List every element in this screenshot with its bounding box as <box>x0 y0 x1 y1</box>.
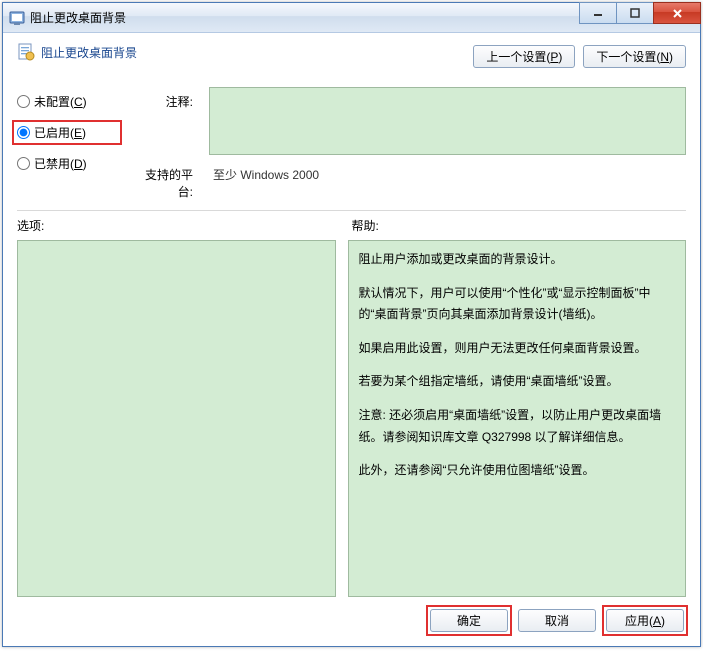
minimize-button[interactable] <box>579 2 617 24</box>
enabled-highlight: 已启用(E) <box>12 120 122 145</box>
app-icon <box>9 10 25 26</box>
apply-button[interactable]: 应用(A) <box>606 609 684 632</box>
help-p6: 此外，还请参阅“只允许使用位图墙纸”设置。 <box>359 460 676 482</box>
comment-textarea[interactable] <box>209 87 686 155</box>
help-panel[interactable]: 阻止用户添加或更改桌面的背景设计。 默认情况下，用户可以使用“个性化”或“显示控… <box>348 240 687 597</box>
header-row: 阻止更改桌面背景 上一个设置(P) 下一个设置(N) <box>17 43 686 87</box>
next-label-2: ) <box>669 50 673 64</box>
client-area: 阻止更改桌面背景 上一个设置(P) 下一个设置(N) 未配置(C) <box>3 33 700 646</box>
window-title: 阻止更改桌面背景 <box>30 9 126 26</box>
close-button[interactable] <box>653 2 701 24</box>
next-setting-button[interactable]: 下一个设置(N) <box>583 45 686 68</box>
next-key: N <box>660 50 669 64</box>
window-controls <box>580 2 701 24</box>
footer: 确定 取消 应用(A) <box>17 607 686 634</box>
comment-label: 注释: <box>133 93 193 110</box>
radio-enabled[interactable]: 已启用(E) <box>17 124 117 141</box>
dialog-window: 阻止更改桌面背景 <box>2 2 701 647</box>
nc-l2: ) <box>83 95 87 109</box>
prev-label-1: 上一个设置( <box>486 48 550 65</box>
help-p5: 注意: 还必须启用“桌面墙纸”设置，以防止用户更改桌面墙纸。请参阅知识库文章 Q… <box>359 405 676 448</box>
en-k: E <box>74 126 82 140</box>
radio-disabled-input[interactable] <box>17 157 30 170</box>
radio-not-configured-input[interactable] <box>17 95 30 108</box>
prev-key: P <box>550 50 558 64</box>
prev-setting-button[interactable]: 上一个设置(P) <box>473 45 575 68</box>
divider <box>17 210 686 211</box>
dis-l1: 已禁用( <box>34 157 74 171</box>
apply-highlight: 应用(A) <box>602 605 688 636</box>
maximize-button[interactable] <box>616 2 654 24</box>
en-l1: 已启用( <box>34 126 74 140</box>
help-p4: 若要为某个组指定墙纸，请使用“桌面墙纸”设置。 <box>359 371 676 393</box>
apply-l2: ) <box>661 614 665 628</box>
help-p2: 默认情况下，用户可以使用“个性化”或“显示控制面板”中的“桌面背景”页向其桌面添… <box>359 283 676 326</box>
config-area: 未配置(C) 已启用(E) 已禁用(D) 注释: 支持的平台: <box>17 87 686 200</box>
options-label: 选项: <box>17 217 352 234</box>
label-column: 注释: 支持的平台: <box>133 87 193 200</box>
nc-k: C <box>74 95 83 109</box>
cancel-button[interactable]: 取消 <box>518 609 596 632</box>
platform-label: 支持的平台: <box>133 166 193 200</box>
ok-button[interactable]: 确定 <box>430 609 508 632</box>
prev-label-2: ) <box>558 50 562 64</box>
page-title: 阻止更改桌面背景 <box>41 44 137 61</box>
apply-l1: 应用( <box>625 612 653 629</box>
titlebar: 阻止更改桌面背景 <box>3 3 700 33</box>
help-label: 帮助: <box>352 217 687 234</box>
radio-disabled[interactable]: 已禁用(D) <box>17 155 117 172</box>
next-label-1: 下一个设置( <box>596 48 660 65</box>
help-p3: 如果启用此设置，则用户无法更改任何桌面背景设置。 <box>359 338 676 360</box>
dis-l2: ) <box>83 157 87 171</box>
panels-header: 选项: 帮助: <box>17 217 686 234</box>
panels: 阻止用户添加或更改桌面的背景设计。 默认情况下，用户可以使用“个性化”或“显示控… <box>17 240 686 597</box>
ok-highlight: 确定 <box>426 605 512 636</box>
dis-k: D <box>74 157 83 171</box>
options-panel <box>17 240 336 597</box>
nc-l1: 未配置( <box>34 95 74 109</box>
field-column: 至少 Windows 2000 <box>209 87 686 200</box>
platform-value: 至少 Windows 2000 <box>209 165 686 187</box>
radio-not-configured[interactable]: 未配置(C) <box>17 93 117 110</box>
policy-icon <box>17 43 35 61</box>
en-l2: ) <box>82 126 86 140</box>
radio-column: 未配置(C) 已启用(E) 已禁用(D) <box>17 87 117 200</box>
help-p1: 阻止用户添加或更改桌面的背景设计。 <box>359 249 676 271</box>
apply-k: A <box>653 614 661 628</box>
radio-enabled-input[interactable] <box>17 126 30 139</box>
